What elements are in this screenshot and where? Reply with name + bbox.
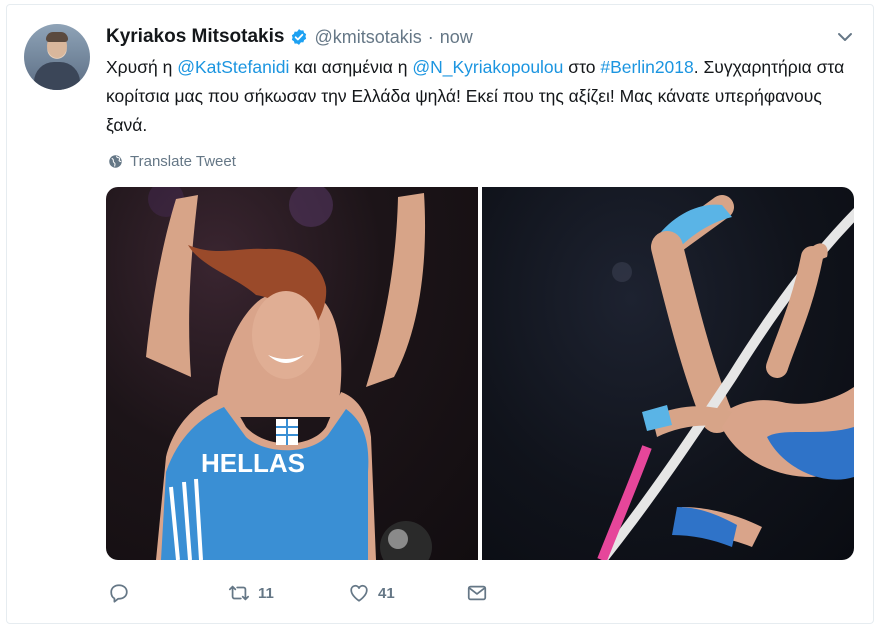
retweet-count: 11 (258, 584, 274, 602)
globe-icon (109, 154, 122, 168)
translate-tweet[interactable]: Translate Tweet (108, 150, 236, 172)
photo-athlete-celebrating[interactable]: HELLAS (106, 187, 478, 560)
tweet-text-part: στο (563, 57, 601, 77)
retweet-button[interactable]: 11 (228, 582, 274, 604)
author-name[interactable]: Kyriakos Mitsotakis (106, 26, 284, 48)
tweet-header: Kyriakos Mitsotakis @kmitsotakis · now (106, 24, 473, 50)
photo-pole-vault[interactable] (482, 187, 854, 560)
like-button[interactable]: 41 (348, 582, 395, 604)
reply-button[interactable] (108, 582, 130, 604)
photo-athlete-celebrating-art: HELLAS (146, 187, 432, 560)
avatar[interactable] (24, 24, 90, 90)
jersey-text: HELLAS (201, 448, 305, 478)
tweet-time[interactable]: now (440, 27, 473, 48)
heart-icon (350, 584, 368, 602)
separator-dot: · (427, 26, 434, 47)
mention-link[interactable]: @N_Kyriakopoulou (412, 57, 563, 77)
verified-badge-icon (292, 29, 307, 45)
hashtag-link[interactable]: #Berlin2018 (600, 57, 693, 77)
avatar-hair (46, 32, 68, 42)
direct-message-button[interactable] (466, 582, 488, 604)
tweet-media: HELLAS (106, 187, 854, 560)
envelope-icon (467, 585, 487, 601)
reply-icon (110, 584, 128, 603)
like-count: 41 (378, 584, 395, 602)
author-handle[interactable]: @kmitsotakis (314, 27, 421, 48)
tweet-text-part: Χρυσή η (106, 57, 178, 77)
photo-pole-vault-art (597, 195, 854, 560)
tweet-text: Χρυσή η @KatStefanidi και ασημένια η @N_… (106, 53, 846, 140)
chevron-down-icon[interactable] (836, 28, 854, 46)
retweet-icon (228, 585, 250, 601)
tweet-text-part: και ασημένια η (289, 57, 413, 77)
translate-label: Translate Tweet (130, 152, 236, 170)
avatar-suit (34, 62, 80, 90)
mention-link[interactable]: @KatStefanidi (177, 57, 289, 77)
